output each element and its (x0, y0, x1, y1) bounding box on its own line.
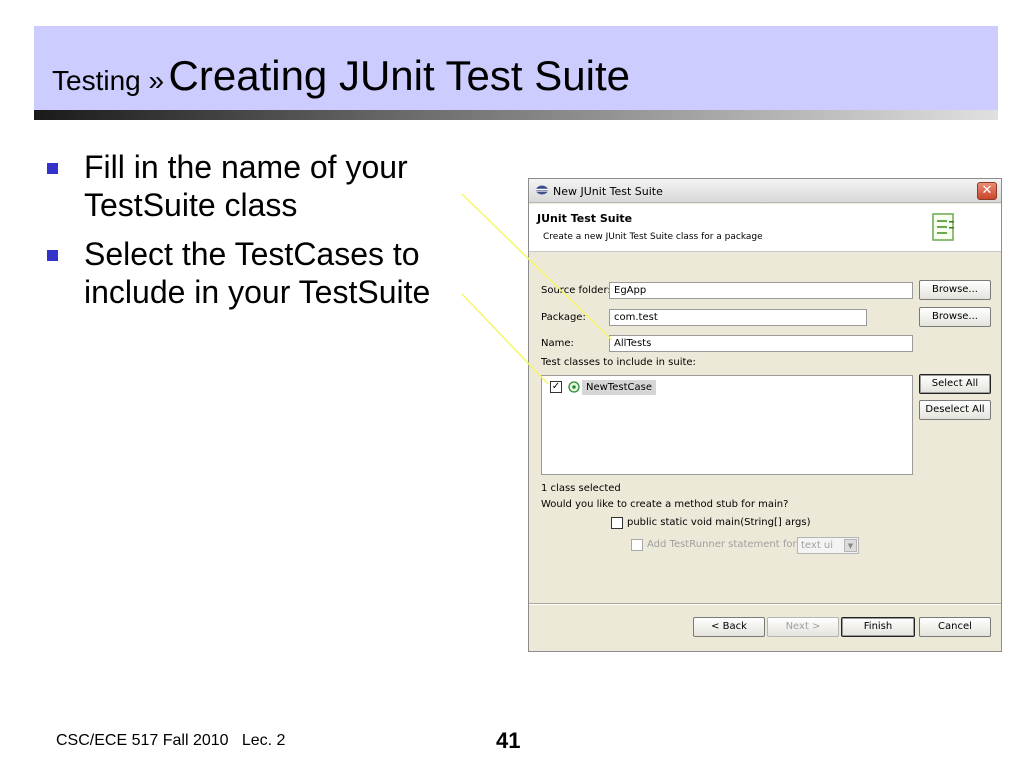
main-stub-option-label: public static void main(String[] args) (627, 517, 811, 528)
bullet-text: Fill in the name of your TestSuite class (84, 149, 408, 224)
source-folder-browse-button[interactable]: Browse... (919, 280, 991, 300)
finish-button[interactable]: Finish (841, 617, 915, 637)
slide-title: Testing » Creating JUnit Test Suite (52, 52, 630, 100)
new-junit-test-suite-dialog: New JUnit Test Suite ✕ JUnit Test Suite … (528, 178, 1002, 652)
test-classes-label: Test classes to include in suite: (541, 357, 696, 368)
test-suite-wizard-icon (932, 213, 954, 241)
source-folder-label: Source folder: (541, 285, 611, 296)
title-bar-shadow (34, 110, 998, 120)
bullet-text: Select the TestCases to include in your … (84, 235, 431, 311)
source-folder-input[interactable]: EgApp (609, 282, 913, 299)
select-all-button[interactable]: Select All (919, 374, 991, 394)
eclipse-icon (536, 185, 548, 195)
main-stub-checkbox[interactable] (611, 517, 623, 529)
bullet-list: Fill in the name of your TestSuite class… (44, 148, 504, 322)
suite-name-input[interactable]: AllTests (609, 335, 913, 352)
junit-test-class-icon (568, 381, 580, 393)
package-input[interactable]: com.test (609, 309, 867, 326)
wizard-header: JUnit Test Suite Create a new JUnit Test… (529, 204, 1001, 252)
close-button[interactable]: ✕ (977, 182, 997, 200)
slide-title-prefix: Testing » (52, 65, 165, 96)
square-bullet-icon (47, 163, 58, 174)
bullet-item: Fill in the name of your TestSuite class (44, 148, 504, 225)
deselect-all-button[interactable]: Deselect All (919, 400, 991, 420)
testrunner-option-label: Add TestRunner statement for: (647, 539, 800, 550)
square-bullet-icon (47, 249, 58, 261)
check-icon: ✓ (551, 381, 561, 392)
bullet-item: Select the TestCases to include in your … (44, 235, 504, 312)
page-number: 41 (496, 728, 521, 753)
chevron-down-icon: ▼ (844, 539, 857, 552)
dialog-titlebar: New JUnit Test Suite ✕ (529, 179, 1001, 203)
name-label: Name: (541, 338, 574, 349)
testrunner-checkbox[interactable] (631, 539, 643, 551)
testrunner-type-value: text ui (801, 540, 834, 551)
testrunner-type-dropdown[interactable]: text ui ▼ (797, 537, 859, 554)
button-bar-separator (529, 603, 1001, 605)
wizard-header-title: JUnit Test Suite (537, 212, 633, 225)
test-case-checkbox[interactable]: ✓ (550, 381, 562, 393)
wizard-header-description: Create a new JUnit Test Suite class for … (543, 232, 763, 242)
cancel-button[interactable]: Cancel (919, 617, 991, 637)
back-button[interactable]: < Back (693, 617, 765, 637)
package-browse-button[interactable]: Browse... (919, 307, 991, 327)
selection-status-text: 1 class selected (541, 483, 621, 494)
package-label: Package: (541, 312, 586, 323)
next-button[interactable]: Next > (767, 617, 839, 637)
method-stub-question: Would you like to create a method stub f… (541, 499, 789, 510)
slide-footer: CSC/ECE 517 Fall 2010 Lec. 2 (56, 732, 286, 749)
test-case-label: NewTestCase (582, 380, 656, 395)
dialog-title: New JUnit Test Suite (553, 185, 663, 198)
slide-title-main: Creating JUnit Test Suite (168, 52, 630, 99)
test-classes-list[interactable]: ✓ NewTestCase (541, 375, 913, 475)
close-icon: ✕ (981, 183, 993, 198)
